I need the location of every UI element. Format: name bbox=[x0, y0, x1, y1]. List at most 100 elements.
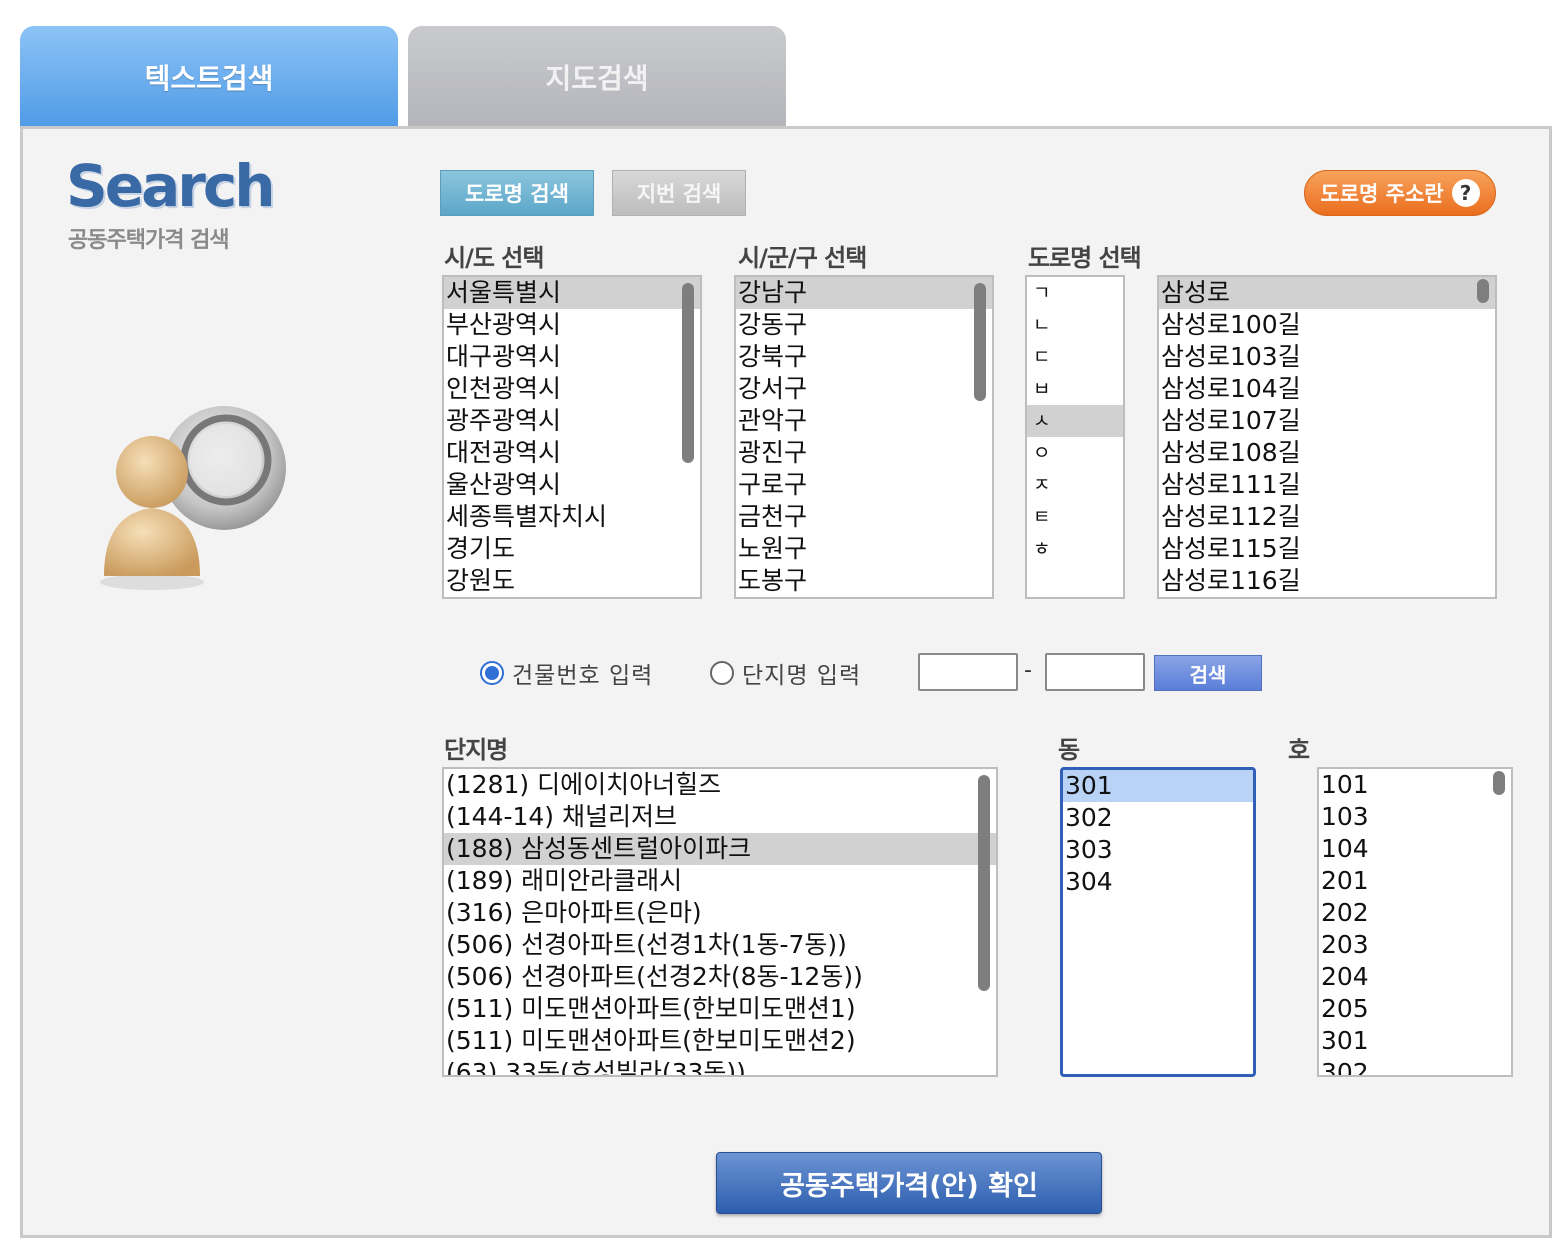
list-item[interactable]: 강남구 bbox=[736, 277, 992, 309]
road-address-guide-button[interactable]: 도로명 주소란 ? bbox=[1304, 170, 1496, 216]
list-item[interactable]: 삼성로103길 bbox=[1159, 341, 1495, 373]
list-item[interactable]: 삼성로107길 bbox=[1159, 405, 1495, 437]
search-person-illustration bbox=[100, 406, 286, 590]
list-item[interactable]: 302 bbox=[1063, 802, 1253, 834]
dong-list[interactable]: 301 302 303 304 bbox=[1060, 767, 1256, 1077]
building-number-radio-label: 건물번호 입력 bbox=[512, 663, 654, 689]
list-item[interactable]: (316) 은마아파트(은마) bbox=[444, 897, 996, 929]
list-item[interactable]: 관악구 bbox=[736, 405, 992, 437]
list-item[interactable]: (1281) 디에이치아너힐즈 bbox=[444, 769, 996, 801]
list-item[interactable]: 강서구 bbox=[736, 373, 992, 405]
complex-list[interactable]: (1281) 디에이치아너힐즈 (144-14) 채널리저브 (188) 삼성동… bbox=[442, 767, 998, 1077]
list-item[interactable]: (63) 33동(효성빌라(33동)) bbox=[444, 1057, 996, 1075]
initial-consonant-list[interactable]: ㄱ ㄴ ㄷ ㅂ ㅅ ㅇ ㅈ ㅌ ㅎ bbox=[1025, 275, 1125, 599]
scrollbar-thumb[interactable] bbox=[974, 283, 986, 401]
list-item[interactable]: 103 bbox=[1319, 801, 1511, 833]
list-item[interactable]: 삼성로116길 bbox=[1159, 565, 1495, 597]
road-address-guide-label: 도로명 주소란 bbox=[1320, 182, 1444, 206]
sigungu-list[interactable]: 강남구 강동구 강북구 강서구 관악구 광진구 구로구 금천구 노원구 도봉구 bbox=[734, 275, 994, 599]
list-item[interactable]: 삼성로108길 bbox=[1159, 437, 1495, 469]
list-item[interactable]: 303 bbox=[1063, 834, 1253, 866]
list-item[interactable]: ㄱ bbox=[1027, 277, 1123, 309]
tab-map-search[interactable]: 지도검색 bbox=[408, 26, 786, 128]
list-item[interactable]: 세종특별자치시 bbox=[444, 501, 700, 533]
list-item[interactable]: 도봉구 bbox=[736, 565, 992, 597]
building-main-number-input[interactable] bbox=[918, 653, 1018, 691]
list-item[interactable]: 203 bbox=[1319, 929, 1511, 961]
scrollbar-thumb[interactable] bbox=[978, 775, 990, 991]
scrollbar-thumb[interactable] bbox=[682, 283, 694, 463]
list-item[interactable]: ㅅ bbox=[1027, 405, 1123, 437]
list-item[interactable]: ㅂ bbox=[1027, 373, 1123, 405]
list-item[interactable]: 삼성로 bbox=[1159, 277, 1495, 309]
list-item[interactable]: 노원구 bbox=[736, 533, 992, 565]
list-item[interactable]: (506) 선경아파트(선경2차(8동-12동)) bbox=[444, 961, 996, 993]
list-item[interactable]: 강동구 bbox=[736, 309, 992, 341]
scrollbar-thumb[interactable] bbox=[1493, 771, 1505, 795]
list-item[interactable]: 대구광역시 bbox=[444, 341, 700, 373]
road-name-search-label: 도로명 검색 bbox=[465, 182, 569, 206]
list-item[interactable]: 301 bbox=[1319, 1025, 1511, 1057]
radio-selected-icon bbox=[480, 661, 504, 685]
list-item[interactable]: ㅇ bbox=[1027, 437, 1123, 469]
list-item[interactable]: 삼성로104길 bbox=[1159, 373, 1495, 405]
list-item[interactable]: (189) 래미안라클래시 bbox=[444, 865, 996, 897]
list-item[interactable]: 구로구 bbox=[736, 469, 992, 501]
list-item[interactable]: (188) 삼성동센트럴아이파크 bbox=[444, 833, 996, 865]
list-item[interactable]: ㄴ bbox=[1027, 309, 1123, 341]
list-item[interactable]: 금천구 bbox=[736, 501, 992, 533]
list-item[interactable]: (144-14) 채널리저브 bbox=[444, 801, 996, 833]
tab-text-search-label: 텍스트검색 bbox=[144, 62, 274, 95]
brand-title: Search bbox=[66, 152, 276, 220]
list-item[interactable]: 삼성로111길 bbox=[1159, 469, 1495, 501]
building-search-label: 검색 bbox=[1189, 662, 1227, 687]
list-item[interactable]: (511) 미도맨션아파트(한보미도맨션2) bbox=[444, 1025, 996, 1057]
list-item[interactable]: 인천광역시 bbox=[444, 373, 700, 405]
list-item[interactable]: 강원도 bbox=[444, 565, 700, 597]
ho-list[interactable]: 101 103 104 201 202 203 204 205 301 302 bbox=[1317, 767, 1513, 1077]
list-item[interactable]: ㅈ bbox=[1027, 469, 1123, 501]
scrollbar-thumb[interactable] bbox=[1477, 279, 1489, 303]
building-search-button[interactable]: 검색 bbox=[1154, 655, 1262, 691]
list-item[interactable]: 경기도 bbox=[444, 533, 700, 565]
list-item[interactable]: 204 bbox=[1319, 961, 1511, 993]
sido-list[interactable]: 서울특별시 부산광역시 대구광역시 인천광역시 광주광역시 대전광역시 울산광역… bbox=[442, 275, 702, 599]
list-item[interactable]: 202 bbox=[1319, 897, 1511, 929]
list-item[interactable]: 302 bbox=[1319, 1057, 1511, 1075]
building-sub-number-input[interactable] bbox=[1045, 653, 1145, 691]
list-item[interactable]: 104 bbox=[1319, 833, 1511, 865]
list-item[interactable]: 301 bbox=[1063, 770, 1253, 802]
list-item[interactable]: ㅌ bbox=[1027, 501, 1123, 533]
list-item[interactable]: 광주광역시 bbox=[444, 405, 700, 437]
list-item[interactable]: 부산광역시 bbox=[444, 309, 700, 341]
list-item[interactable]: 서울특별시 bbox=[444, 277, 700, 309]
list-item[interactable]: ㄷ bbox=[1027, 341, 1123, 373]
list-item[interactable]: 삼성로112길 bbox=[1159, 501, 1495, 533]
road-name-search-button[interactable]: 도로명 검색 bbox=[440, 170, 594, 216]
list-item[interactable]: 삼성로115길 bbox=[1159, 533, 1495, 565]
ho-label: 호 bbox=[1288, 736, 1310, 764]
list-item[interactable]: ㅎ bbox=[1027, 533, 1123, 565]
complex-name-radio[interactable]: 단지명 입력 bbox=[710, 656, 861, 690]
complex-name-radio-label: 단지명 입력 bbox=[742, 663, 862, 689]
road-name-list[interactable]: 삼성로 삼성로100길 삼성로103길 삼성로104길 삼성로107길 삼성로1… bbox=[1157, 275, 1497, 599]
list-item[interactable]: 광진구 bbox=[736, 437, 992, 469]
list-item[interactable]: 강북구 bbox=[736, 341, 992, 373]
lot-number-search-button[interactable]: 지번 검색 bbox=[612, 170, 746, 216]
list-item[interactable]: 울산광역시 bbox=[444, 469, 700, 501]
building-number-radio[interactable]: 건물번호 입력 bbox=[480, 656, 653, 690]
radio-unselected-icon bbox=[710, 661, 734, 685]
list-item[interactable]: (511) 미도맨션아파트(한보미도맨션1) bbox=[444, 993, 996, 1025]
tab-text-search[interactable]: 텍스트검색 bbox=[20, 26, 398, 128]
dong-label: 동 bbox=[1058, 736, 1080, 764]
list-item[interactable]: 304 bbox=[1063, 866, 1253, 898]
list-item[interactable]: 101 bbox=[1319, 769, 1511, 801]
sido-label: 시/도 선택 bbox=[444, 244, 544, 272]
list-item[interactable]: (506) 선경아파트(선경1차(1동-7동)) bbox=[444, 929, 996, 961]
confirm-price-button[interactable]: 공동주택가격(안) 확인 bbox=[716, 1152, 1102, 1214]
list-item[interactable]: 대전광역시 bbox=[444, 437, 700, 469]
number-separator: - bbox=[1024, 658, 1032, 683]
list-item[interactable]: 201 bbox=[1319, 865, 1511, 897]
list-item[interactable]: 삼성로100길 bbox=[1159, 309, 1495, 341]
list-item[interactable]: 205 bbox=[1319, 993, 1511, 1025]
